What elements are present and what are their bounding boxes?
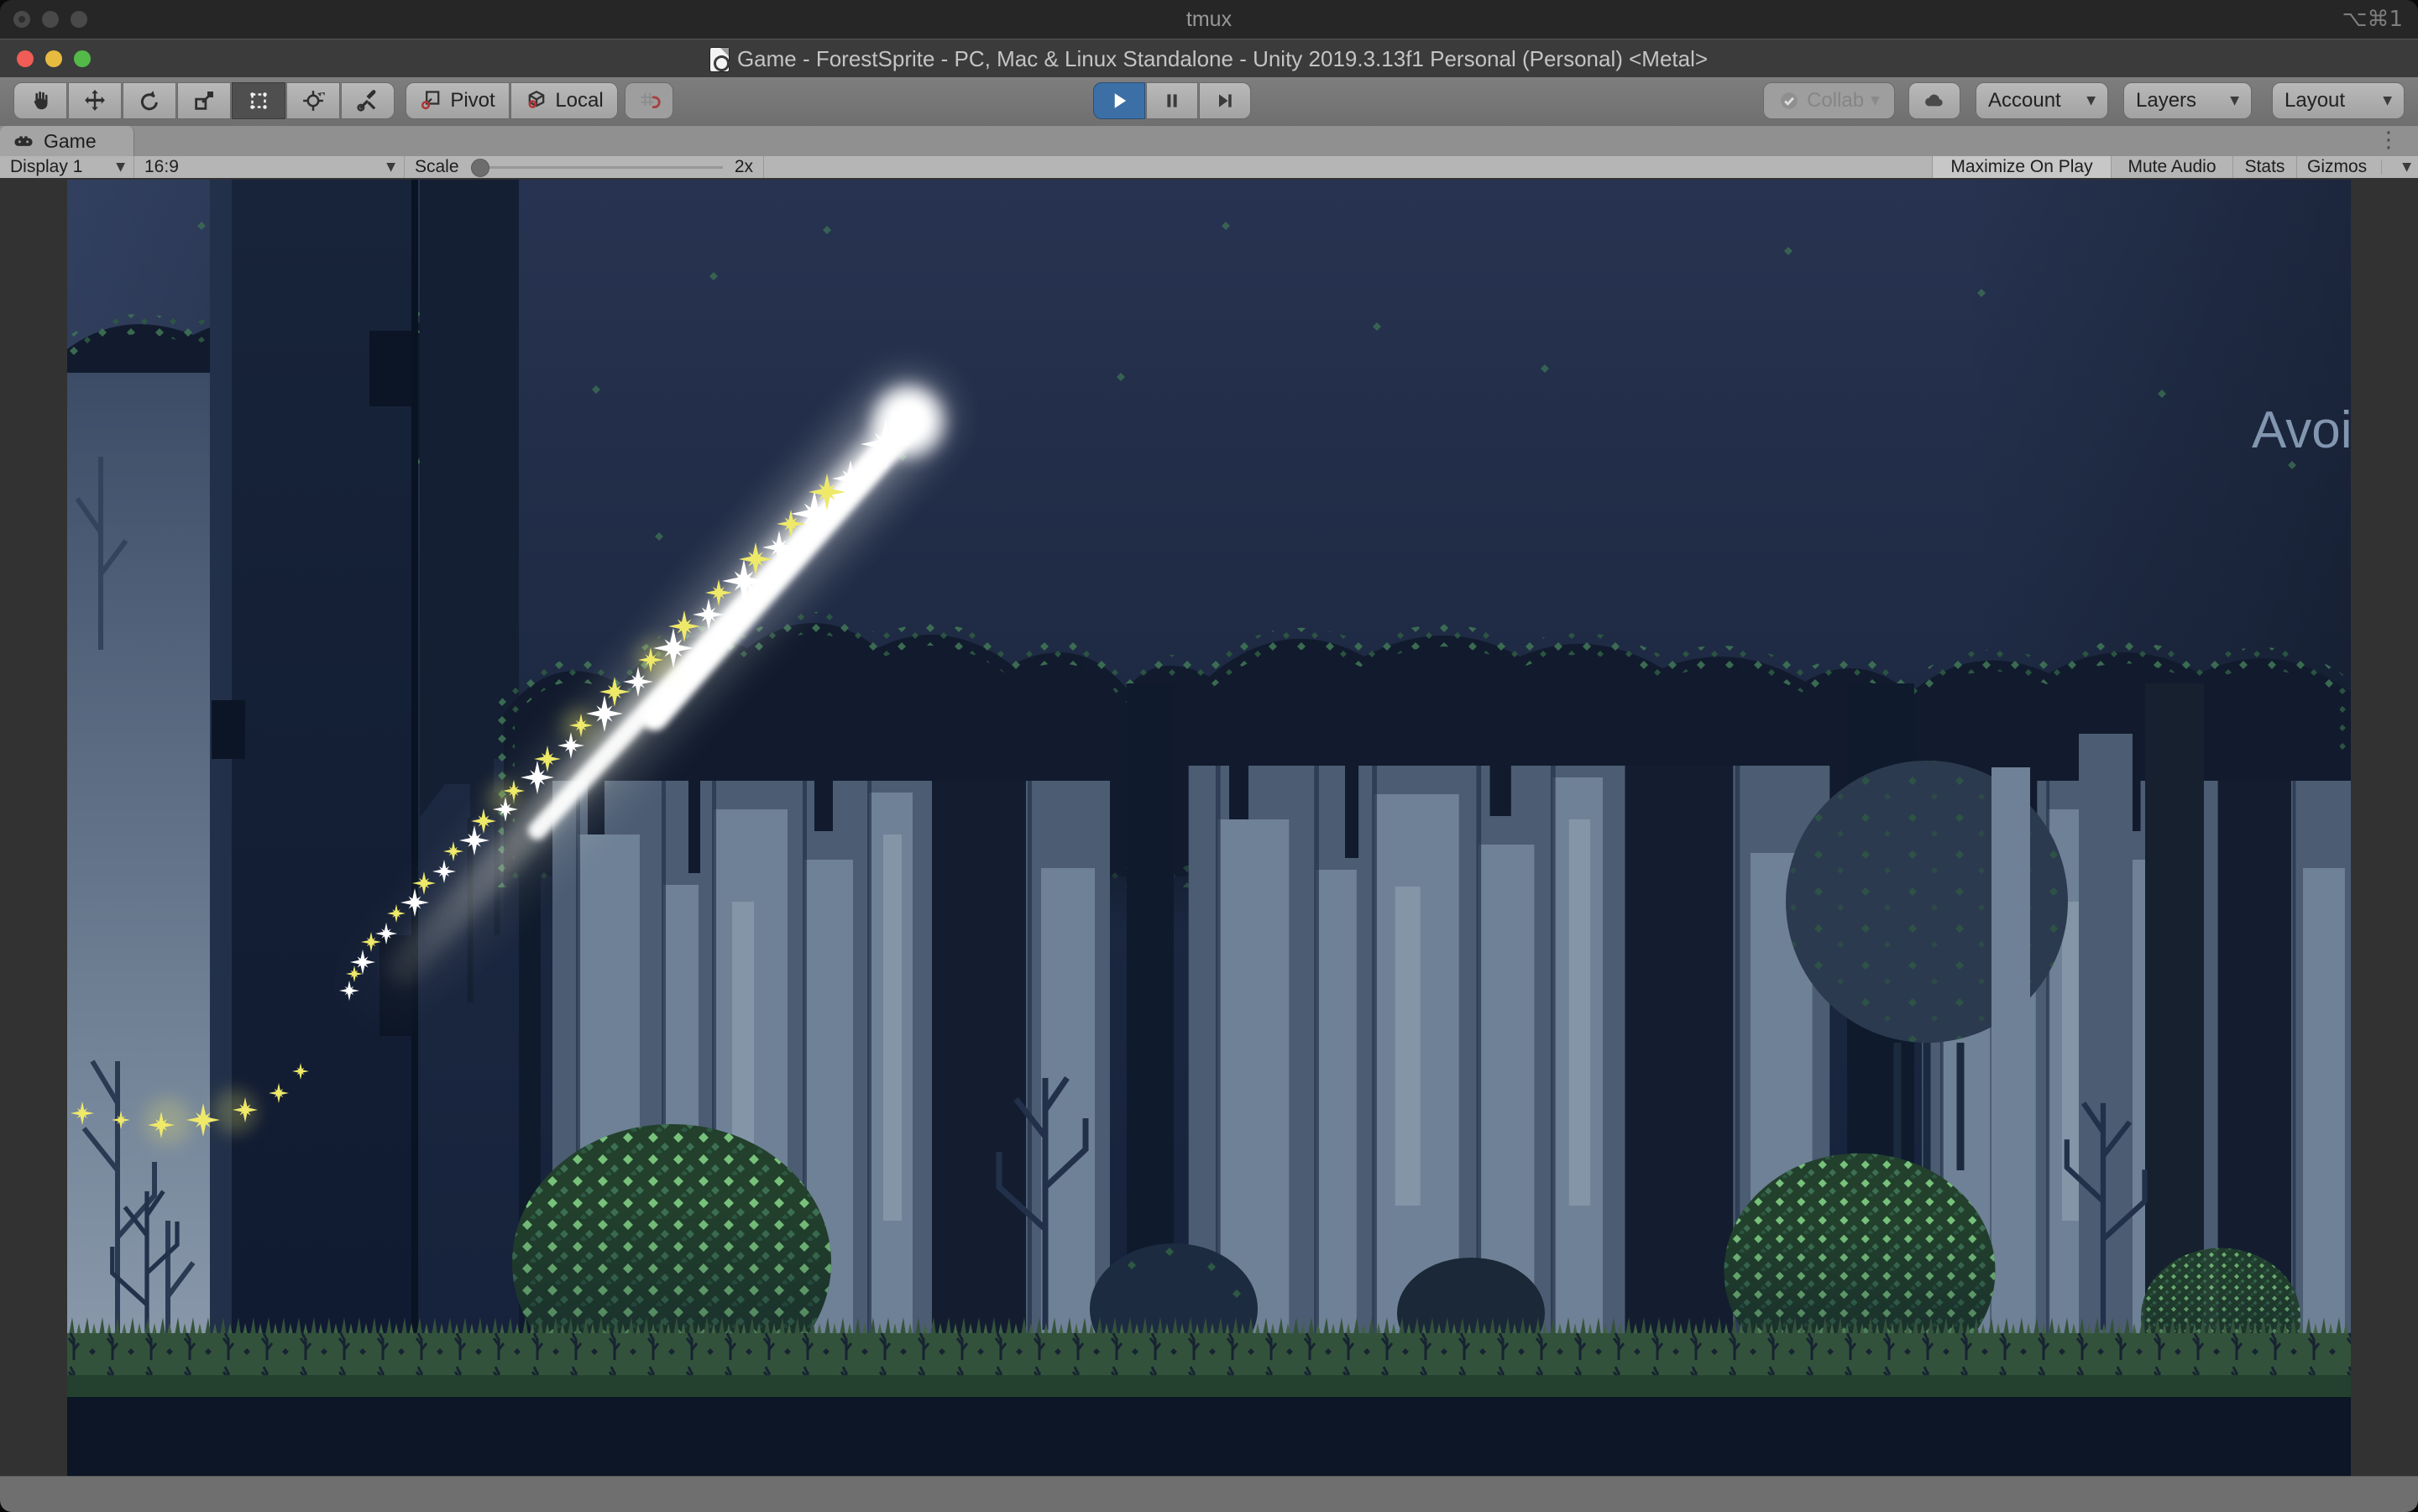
cloud-button[interactable] <box>1908 82 1960 119</box>
collab-check-icon <box>1778 90 1800 112</box>
scale-value: 2x <box>735 157 753 177</box>
rotate-tool-button[interactable] <box>123 82 176 119</box>
chevron-down-icon: ▼ <box>2086 94 2096 107</box>
grid-snap-icon <box>637 89 661 112</box>
tab-game-label: Game <box>44 130 97 153</box>
gizmos-dropdown[interactable]: Gizmos ▼ <box>2297 156 2418 178</box>
custom-tool-button[interactable] <box>341 82 395 119</box>
display-dropdown[interactable]: Display 1 ▼ <box>0 156 134 178</box>
chevron-down-icon: ▼ <box>386 160 395 174</box>
grid-snap-button[interactable] <box>625 82 673 119</box>
maximize-on-play-label: Maximize On Play <box>1950 157 2092 177</box>
pivot-toggle-button[interactable]: Pivot <box>406 82 510 119</box>
local-label: Local <box>555 89 603 112</box>
display-label: Display 1 <box>0 157 82 177</box>
chevron-down-icon: ▼ <box>2383 94 2392 107</box>
account-dropdown[interactable]: Account ▼ <box>1976 82 2108 119</box>
tmux-shortcut-hint: ⌥⌘1 <box>2342 0 2403 39</box>
hand-tool-button[interactable] <box>13 82 67 119</box>
game-render[interactable]: Avoid <box>67 180 2351 1476</box>
collab-label: Collab <box>1807 89 1864 112</box>
divider <box>2381 160 2382 175</box>
local-toggle-button[interactable]: Local <box>510 82 618 119</box>
rect-tool-icon <box>246 88 271 113</box>
account-label: Account <box>1988 89 2061 112</box>
ground <box>67 1397 2351 1476</box>
gizmos-label: Gizmos <box>2297 157 2367 177</box>
tmux-titlebar: tmux ⌥⌘1 <box>0 0 2418 40</box>
mute-audio-toggle[interactable]: Mute Audio <box>2112 156 2233 178</box>
step-button[interactable] <box>1199 82 1251 119</box>
gamepad-icon <box>12 129 35 153</box>
pivot-icon <box>420 89 443 112</box>
collab-button[interactable]: Collab ▼ <box>1763 82 1895 119</box>
scale-slider[interactable] <box>471 166 723 169</box>
layers-dropdown[interactable]: Layers ▼ <box>2123 82 2252 119</box>
window-bottom-bar <box>0 1476 2418 1512</box>
layout-dropdown[interactable]: Layout ▼ <box>2272 82 2405 119</box>
cloud-icon <box>1923 89 1946 112</box>
screen: tmux ⌥⌘1 Game - ForestSprite - PC, Mac &… <box>0 0 2418 1511</box>
transform-tool-button[interactable] <box>286 82 340 119</box>
pivot-label: Pivot <box>450 89 495 112</box>
left-light-trunk <box>67 373 210 1476</box>
local-icon <box>525 89 548 112</box>
chevron-down-icon: ▼ <box>116 160 125 174</box>
mute-audio-label: Mute Audio <box>2128 157 2216 177</box>
stats-label: Stats <box>2245 157 2285 177</box>
scale-slider-group: Scale 2x <box>405 156 764 178</box>
play-icon <box>1107 89 1131 112</box>
scale-icon <box>191 88 217 113</box>
chevron-down-icon: ▼ <box>2230 94 2239 107</box>
layout-label: Layout <box>2285 89 2345 112</box>
panel-menu-icon[interactable]: ⋮ <box>2378 126 2400 156</box>
layers-label: Layers <box>2136 89 2196 112</box>
hand-icon <box>28 88 53 113</box>
tab-game[interactable]: Game <box>0 126 134 156</box>
tmux-title: tmux <box>0 0 2418 39</box>
pause-button[interactable] <box>1146 82 1198 119</box>
window-title-text: Game - ForestSprite - PC, Mac & Linux St… <box>737 46 1708 71</box>
step-icon <box>1213 89 1237 112</box>
scale-slider-knob[interactable] <box>471 159 489 177</box>
game-viewport: Avoid <box>0 178 2418 1476</box>
unity-titlebar[interactable]: Game - ForestSprite - PC, Mac & Linux St… <box>0 39 2418 78</box>
transform-icon <box>301 88 326 113</box>
game-view-controls: Display 1 ▼ 16:9 ▼ Scale 2x Maximize On … <box>0 156 2418 178</box>
unity-document-icon <box>710 48 729 71</box>
move-icon <box>82 88 107 113</box>
chevron-down-icon: ▼ <box>2402 160 2411 174</box>
grass-strip <box>67 1313 2351 1399</box>
play-button[interactable] <box>1093 82 1145 119</box>
game-hud-text: Avoid <box>2252 403 2351 458</box>
scale-tool-button[interactable] <box>177 82 231 119</box>
aspect-ratio-dropdown[interactable]: 16:9 ▼ <box>134 156 405 178</box>
forest-scene <box>67 180 2351 1476</box>
unity-main-toolbar: Pivot Local Collab ▼ Account ▼ <box>0 77 2418 128</box>
move-tool-button[interactable] <box>68 82 122 119</box>
maximize-on-play-toggle[interactable]: Maximize On Play <box>1932 156 2112 178</box>
window-title: Game - ForestSprite - PC, Mac & Linux St… <box>0 39 2418 78</box>
chevron-down-icon: ▼ <box>1871 94 1880 107</box>
rect-tool-button[interactable] <box>232 82 285 119</box>
panel-tab-strip: Game ⋮ <box>0 126 2418 157</box>
scale-label: Scale <box>405 157 459 177</box>
aspect-label: 16:9 <box>134 157 179 177</box>
wrench-pencil-icon <box>355 88 380 113</box>
stats-toggle[interactable]: Stats <box>2233 156 2297 178</box>
pause-icon <box>1160 89 1184 112</box>
rotate-icon <box>137 88 162 113</box>
